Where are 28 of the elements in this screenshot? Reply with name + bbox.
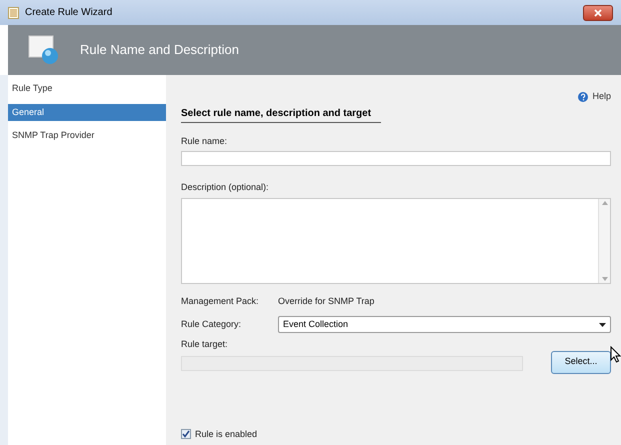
wizard-icon	[28, 35, 60, 65]
sidebar-item[interactable]: Rule Type	[8, 80, 166, 98]
sidebar-item[interactable]: General	[8, 104, 166, 121]
description-textarea[interactable]	[181, 198, 611, 284]
help-link[interactable]: Help	[592, 90, 611, 104]
checkbox[interactable]	[181, 429, 191, 440]
checkbox-label: Rule is enabled	[195, 428, 258, 440]
rule-name-input[interactable]	[181, 151, 611, 166]
help-icon	[578, 92, 588, 102]
field-label: Management Pack:	[181, 294, 260, 308]
close-icon	[594, 8, 602, 16]
close-button[interactable]	[583, 4, 613, 20]
cursor-icon	[610, 346, 621, 363]
header-title: Rule Name and Description	[80, 41, 239, 60]
field-label: Rule Category:	[181, 318, 242, 331]
management-pack-value: Override for SNMP Trap	[278, 294, 374, 308]
sidebar-item[interactable]: SNMP Trap Provider	[8, 127, 166, 144]
window-title: Create Rule Wizard	[25, 6, 112, 20]
field-label: Rule target:	[181, 338, 229, 351]
field-label: Rule name:	[181, 134, 228, 148]
section-title: Select rule name, description and target	[181, 106, 381, 122]
scrollbar[interactable]	[598, 198, 610, 282]
scroll-up-icon	[602, 200, 608, 204]
scroll-down-icon	[602, 276, 608, 280]
dropdown-arrow-icon	[599, 322, 606, 326]
rule-category-dropdown[interactable]: Event Collection	[278, 316, 611, 333]
document-icon	[8, 6, 19, 18]
field-label: Description (optional):	[181, 181, 270, 194]
